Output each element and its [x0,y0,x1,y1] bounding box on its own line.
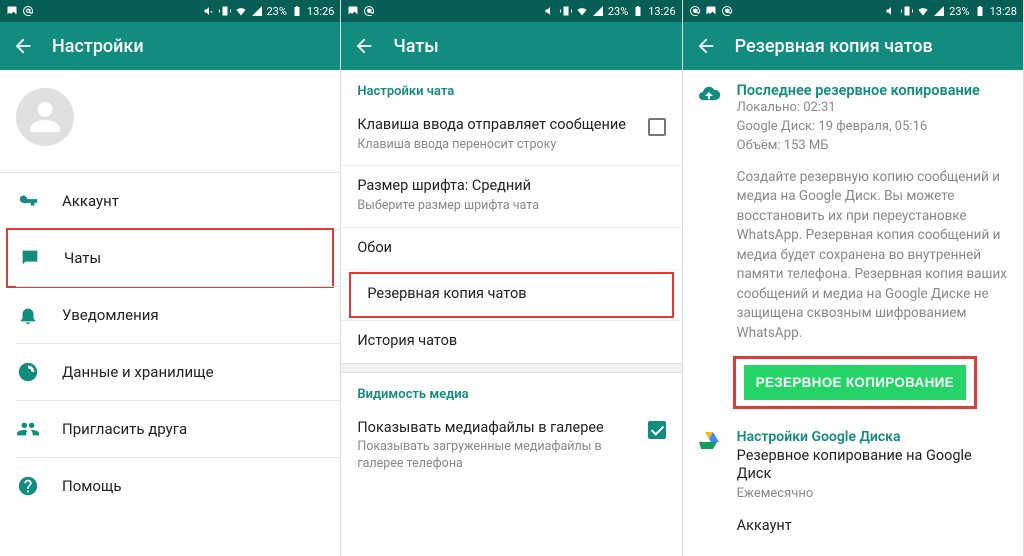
backup-gdrive: Google Диск: 19 февраля, 05:16 [737,118,1009,137]
battery-icon [974,5,986,17]
gdrive-icon [697,429,723,502]
signal-icon [592,5,604,17]
setting-title: Клавиша ввода отправляет сообщение [357,115,639,135]
status-bar: 23% 13:26 [0,0,340,22]
checkbox[interactable] [648,118,666,136]
battery-icon [291,5,303,17]
avatar [16,88,74,146]
image-icon [705,5,717,17]
section-chat-settings: Настройки чата [341,70,681,105]
settings-notifications[interactable]: Уведомления [0,287,340,343]
wifi-icon [917,5,929,17]
at-icon [363,5,375,17]
key-icon [16,189,40,213]
gdrive-frequency: Ежемесячно [737,486,1009,501]
mute-icon [203,5,215,17]
settings-help[interactable]: Помощь [0,458,340,514]
app-bar: Чаты [341,22,681,70]
at-icon [22,5,34,17]
image-icon [6,5,18,17]
help-icon [16,474,40,498]
setting-media-gallery[interactable]: Показывать медиафайлы в галерее Показыва… [341,408,681,485]
vibrate-icon [901,5,913,17]
app-bar: Настройки [0,22,340,70]
settings-chats[interactable]: Чаты [6,228,334,288]
chat-icon [18,246,42,270]
battery-text: 23% [267,5,287,18]
item-label: Уведомления [62,306,159,324]
setting-history[interactable]: История чатов [341,321,681,363]
at-icon [689,5,701,17]
app-bar: Резервная копия чатов [683,22,1023,70]
status-bar: 23% 13:26 [341,0,681,22]
page-title: Резервная копия чатов [735,36,933,57]
item-label: Данные и хранилище [62,363,214,381]
vibrate-icon [219,5,231,17]
setting-enter-key[interactable]: Клавиша ввода отправляет сообщение Клави… [341,105,681,165]
gdrive-backup-label[interactable]: Резервное копирование на Google Диск [737,447,1009,485]
gdrive-settings-heading: Настройки Google Диска [737,429,1009,445]
status-bar: 23% 13:28 [683,0,1023,22]
gdrive-account[interactable]: Аккаунт [737,517,1009,536]
profile-row[interactable] [0,70,340,172]
item-label: Помощь [62,477,122,495]
mute-icon [885,5,897,17]
signal-icon [251,5,263,17]
battery-text: 23% [949,5,969,18]
wifi-icon [576,5,588,17]
setting-title: Размер шрифта: Средний [357,176,665,196]
setting-title: Резервная копия чатов [367,284,655,304]
cloud-upload-icon [697,82,723,156]
setting-sub: Клавиша ввода переносит строку [357,137,639,154]
clock-text: 13:28 [990,5,1017,18]
section-media-visibility: Видимость медиа [341,373,681,408]
backup-description: Создайте резервную копию сообщений и мед… [683,160,1023,348]
setting-wallpaper[interactable]: Обои [341,228,681,270]
at-icon [721,5,733,17]
setting-title: Обои [357,238,665,258]
backup-size: Объём: 153 МБ [737,137,1009,156]
backup-local: Локально: 02:31 [737,99,1009,118]
checkbox-checked[interactable] [648,421,666,439]
people-icon [16,417,40,441]
setting-title: История чатов [357,331,665,351]
bell-icon [16,303,40,327]
image-icon [347,5,359,17]
setting-sub: Показывать загруженные медиафайлы в гале… [357,439,639,473]
back-icon[interactable] [695,35,717,57]
setting-backup[interactable]: Резервная копия чатов [349,272,673,318]
wifi-icon [235,5,247,17]
setting-sub: Выберите размер шрифта чата [357,198,665,215]
settings-invite[interactable]: Пригласить друга [0,401,340,457]
settings-data[interactable]: Данные и хранилище [0,344,340,400]
battery-icon [632,5,644,17]
battery-text: 23% [608,5,628,18]
mute-icon [544,5,556,17]
setting-title: Показывать медиафайлы в галерее [357,418,639,438]
screen-settings: 23% 13:26 Настройки Аккаунт Чаты Уведомл… [0,0,341,556]
screen-chats: 23% 13:26 Чаты Настройки чата Клавиша вв… [341,0,682,556]
signal-icon [933,5,945,17]
setting-font-size[interactable]: Размер шрифта: Средний Выберите размер ш… [341,166,681,226]
clock-text: 13:26 [648,5,675,18]
back-icon[interactable] [353,35,375,57]
clock-text: 13:26 [307,5,334,18]
backup-button[interactable]: РЕЗЕРВНОЕ КОПИРОВАНИЕ [744,365,966,400]
page-title: Настройки [52,36,144,57]
data-icon [16,360,40,384]
page-title: Чаты [393,36,438,57]
screen-backup: 23% 13:28 Резервная копия чатов Последне… [683,0,1024,556]
item-label: Аккаунт [62,192,119,210]
item-label: Пригласить друга [62,420,187,438]
settings-account[interactable]: Аккаунт [0,173,340,229]
back-icon[interactable] [12,35,34,57]
item-label: Чаты [64,249,101,267]
last-backup-heading: Последнее резервное копирование [737,82,1009,99]
vibrate-icon [560,5,572,17]
